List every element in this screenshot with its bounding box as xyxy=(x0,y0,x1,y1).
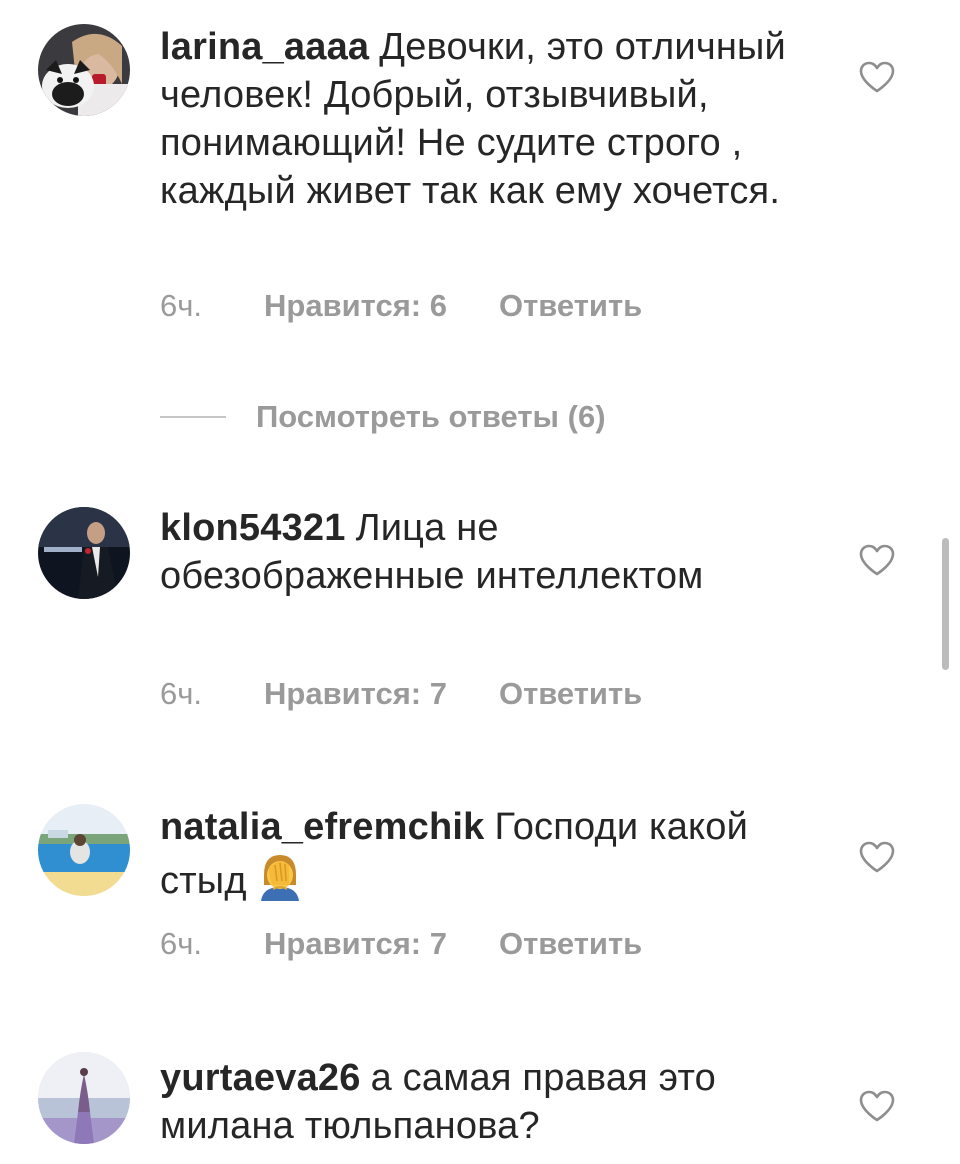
avatar[interactable] xyxy=(38,24,130,116)
view-replies-label: Посмотреть ответы (6) xyxy=(256,399,606,434)
replies-divider xyxy=(160,416,226,418)
comment-natalia: natalia_efremchik Господи какой стыд 6ч. Н… xyxy=(0,780,960,980)
comment-text-block: yurtaeva26 а самая правая это милана тюль… xyxy=(160,1054,800,1150)
comment-username[interactable]: yurtaeva26 xyxy=(160,1057,361,1099)
comment-username[interactable]: larina_aaaa xyxy=(160,26,369,68)
heart-outline-icon[interactable] xyxy=(858,543,896,577)
heart-outline-icon[interactable] xyxy=(858,60,896,94)
view-replies-button[interactable]: Посмотреть ответы (6) xyxy=(160,397,606,437)
comment-larina: larina_aaaa Девочки, это отличный человек… xyxy=(0,0,960,340)
avatar[interactable] xyxy=(38,804,130,896)
comment-meta: 6ч. Нравится: 7 Ответить xyxy=(160,926,642,962)
avatar[interactable] xyxy=(38,1052,130,1144)
heart-outline-icon[interactable] xyxy=(858,1089,896,1123)
face-palm-emoji xyxy=(255,851,305,913)
comment-meta: 6ч. Нравится: 7 Ответить xyxy=(160,676,642,712)
comment-time: 6ч. xyxy=(160,926,203,961)
comment-username[interactable]: klon54321 xyxy=(160,507,346,549)
comment-yurtaeva: yurtaeva26 а самая правая это милана тюль… xyxy=(0,1030,960,1164)
comment-username[interactable]: natalia_efremchik xyxy=(160,806,484,848)
comment-klon: klon54321 Лица не обезображенные интеллек… xyxy=(0,480,960,740)
comment-text-block: natalia_efremchik Господи какой стыд xyxy=(160,803,800,913)
likes-count-button[interactable]: Нравится: 6 xyxy=(264,288,447,324)
comment-time: 6ч. xyxy=(160,288,203,323)
reply-button[interactable]: Ответить xyxy=(499,926,642,962)
comment-time: 6ч. xyxy=(160,676,203,711)
reply-button[interactable]: Ответить xyxy=(499,676,642,712)
reply-button[interactable]: Ответить xyxy=(499,288,642,324)
scrollbar[interactable] xyxy=(942,538,949,670)
heart-outline-icon[interactable] xyxy=(858,840,896,874)
comment-text-block: klon54321 Лица не обезображенные интеллек… xyxy=(160,504,800,600)
avatar[interactable] xyxy=(38,507,130,599)
comment-meta: 6ч. Нравится: 6 Ответить xyxy=(160,288,642,324)
likes-count-button[interactable]: Нравится: 7 xyxy=(264,926,447,962)
likes-count-button[interactable]: Нравится: 7 xyxy=(264,676,447,712)
comment-text-block: larina_aaaa Девочки, это отличный человек… xyxy=(160,23,800,215)
